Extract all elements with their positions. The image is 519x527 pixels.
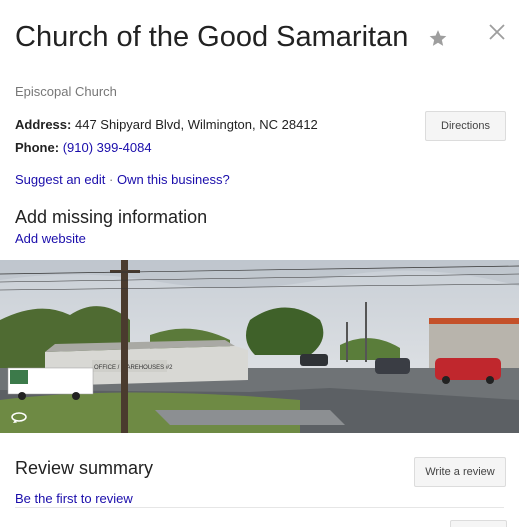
- review-summary-heading: Review summary: [15, 458, 154, 478]
- directions-button[interactable]: Directions: [425, 111, 506, 141]
- missing-info-heading: Add missing information: [15, 207, 208, 227]
- first-review-link[interactable]: Be the first to review: [15, 491, 133, 506]
- knowledge-panel: Church of the Good Samaritan Episcopal C…: [0, 0, 519, 527]
- add-website-link[interactable]: Add website: [15, 231, 86, 246]
- address-value: 447 Shipyard Blvd, Wilmington, NC 28412: [74, 117, 318, 132]
- street-view-360-icon[interactable]: [10, 410, 28, 424]
- phone-row: Phone: (910) 399-4084: [15, 140, 152, 155]
- edit-links: Suggest an edit · Own this business?: [15, 172, 230, 187]
- section-divider: [15, 507, 504, 508]
- suggest-edit-link[interactable]: Suggest an edit: [15, 172, 105, 187]
- link-separator: ·: [108, 172, 114, 187]
- write-review-button[interactable]: Write a review: [414, 457, 506, 487]
- place-category: Episcopal Church: [15, 84, 117, 99]
- own-business-link[interactable]: Own this business?: [117, 172, 230, 187]
- street-view-photo[interactable]: OFFICE / WAREHOUSES #2: [0, 260, 519, 433]
- address-label: Address:: [15, 117, 72, 132]
- star-icon[interactable]: [428, 28, 448, 48]
- phone-link[interactable]: (910) 399-4084: [63, 140, 152, 155]
- building-sign: OFFICE / WAREHOUSES #2: [94, 365, 173, 371]
- close-icon[interactable]: [488, 23, 506, 41]
- address-row: Address: 447 Shipyard Blvd, Wilmington, …: [15, 117, 318, 132]
- place-title: Church of the Good Samaritan: [15, 21, 409, 53]
- phone-label: Phone:: [15, 140, 60, 155]
